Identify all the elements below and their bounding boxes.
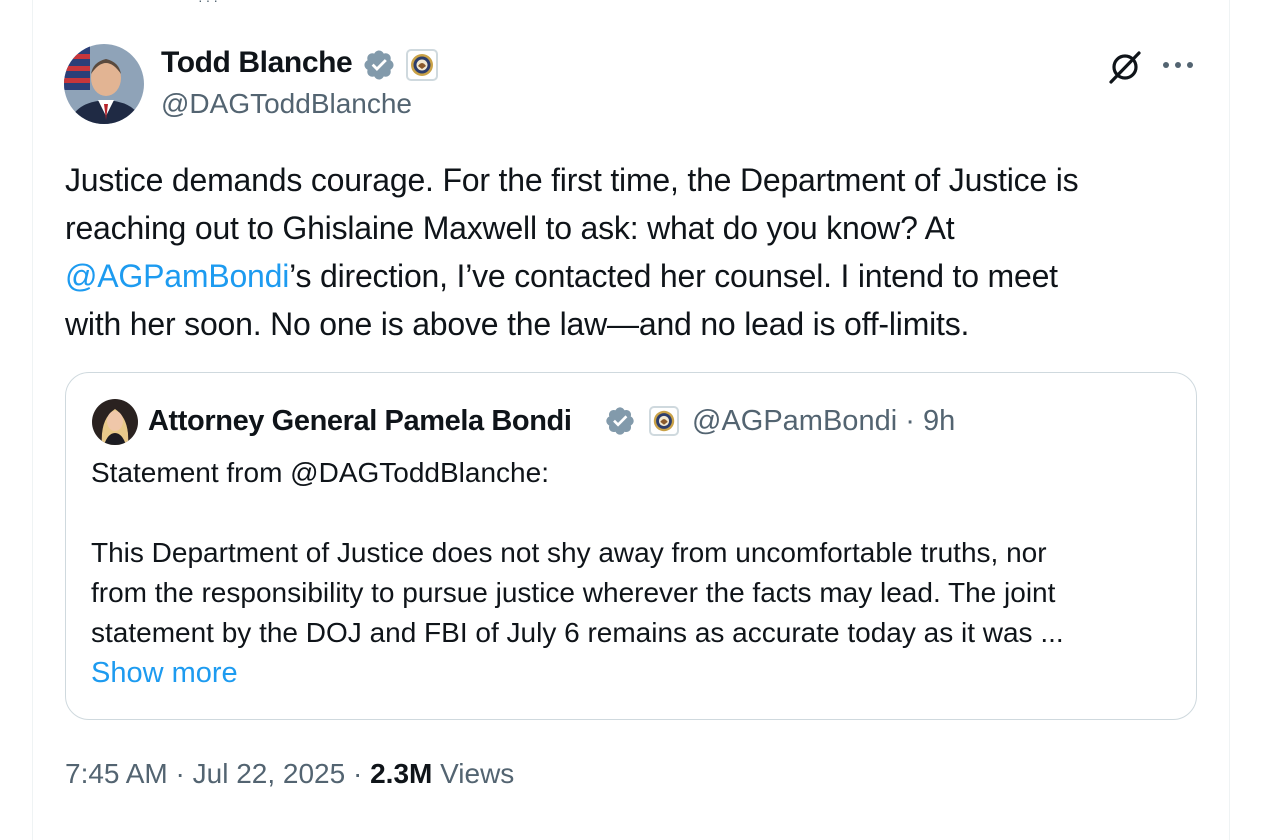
quoted-handle-and-time: @AGPamBondi · 9h: [692, 403, 955, 439]
mention-link[interactable]: @AGPamBondi: [65, 258, 289, 294]
show-more-link[interactable]: Show more: [91, 653, 238, 693]
author-handle[interactable]: @DAGToddBlanche: [161, 86, 412, 122]
tweet-text-segment: ’s direction, I’ve contacted her counsel…: [289, 258, 1058, 294]
more-options-icon[interactable]: [1158, 48, 1198, 82]
quoted-timestamp[interactable]: 9h: [923, 405, 955, 437]
quoted-tweet-card[interactable]: Attorney General Pamela Bondi @AGPamBond…: [65, 372, 1197, 720]
separator-dot: ·: [175, 758, 185, 789]
views-count[interactable]: 2.3M: [370, 758, 432, 789]
separator-dot: ·: [905, 405, 915, 437]
quoted-text-line: Statement from @DAGToddBlanche:: [91, 457, 549, 488]
tweet-text-line: Justice demands courage. For the first t…: [65, 162, 1079, 198]
quoted-text-line: statement by the DOJ and FBI of July 6 r…: [91, 617, 1064, 648]
tweet-text-line: with her soon. No one is above the law—a…: [65, 306, 970, 342]
tweet-meta: 7:45 AM · Jul 22, 2025 · 2.3M Views: [65, 754, 514, 794]
tweet-text: Justice demands courage. For the first t…: [65, 156, 1205, 348]
tweet-text-line: reaching out to Ghislaine Maxwell to ask…: [65, 210, 955, 246]
quoted-text-line: [91, 493, 1181, 533]
doj-seal-icon[interactable]: [649, 406, 679, 436]
quoted-text-line: This Department of Justice does not shy …: [91, 537, 1047, 568]
quoted-author-name[interactable]: Attorney General Pamela Bondi: [148, 403, 572, 439]
doj-seal-icon[interactable]: [406, 49, 438, 81]
author-name[interactable]: Todd Blanche: [161, 44, 353, 82]
verified-badge-icon[interactable]: [604, 405, 636, 437]
quoted-tweet-text: Statement from @DAGToddBlanche: This Dep…: [91, 453, 1181, 653]
previous-content-edge: ···: [198, 0, 221, 8]
grok-icon[interactable]: [1106, 48, 1144, 86]
tweet-date[interactable]: Jul 22, 2025: [193, 758, 346, 789]
quoted-text-line: from the responsibility to pursue justic…: [91, 577, 1056, 608]
separator-dot: ·: [352, 758, 363, 789]
author-avatar[interactable]: [64, 44, 144, 124]
tweet-time[interactable]: 7:45 AM: [65, 758, 168, 789]
verified-badge-icon[interactable]: [362, 48, 396, 82]
tweet-text-line: @AGPamBondi’s direction, I’ve contacted …: [65, 252, 1205, 300]
quoted-handle[interactable]: @AGPamBondi: [692, 405, 897, 437]
views-label: Views: [440, 758, 515, 789]
quoted-author-avatar[interactable]: [92, 399, 138, 445]
